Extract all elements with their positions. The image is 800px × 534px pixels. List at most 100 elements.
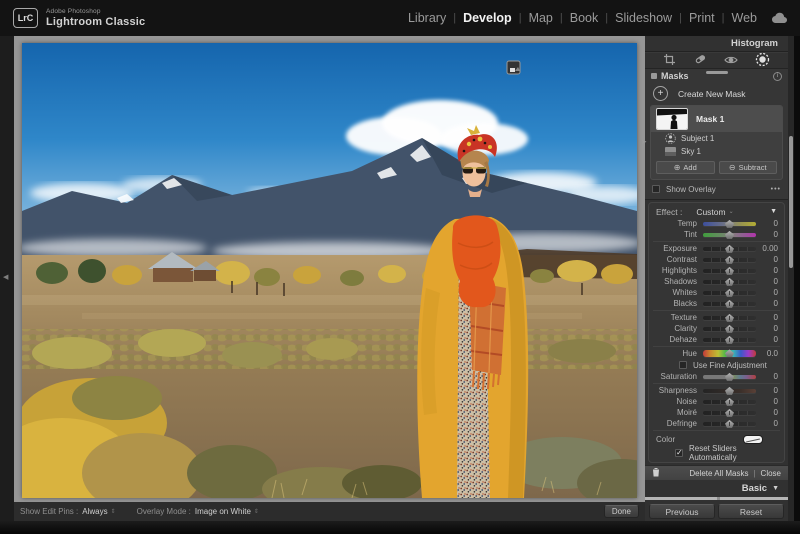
overlay-options-icon[interactable]: ••• xyxy=(771,186,781,193)
slider-track[interactable] xyxy=(703,280,756,284)
slider-knob[interactable] xyxy=(725,398,734,406)
slider-track[interactable] xyxy=(703,375,756,379)
slider-temp[interactable]: Temp0 xyxy=(649,218,784,229)
slider-knob[interactable] xyxy=(725,300,734,308)
color-swatch[interactable] xyxy=(743,435,763,444)
slider-shadows[interactable]: Shadows0 xyxy=(649,276,784,287)
plus-icon[interactable]: + xyxy=(653,86,668,101)
slider-knob[interactable] xyxy=(725,220,734,228)
slider-knob[interactable] xyxy=(725,373,734,381)
slider-saturation[interactable]: Saturation0 xyxy=(649,371,784,382)
slider-knob[interactable] xyxy=(725,387,734,395)
overlay-mode-value[interactable]: Image on White xyxy=(195,507,251,516)
slider-noise[interactable]: Noise0 xyxy=(649,396,784,407)
reset-button[interactable]: Reset xyxy=(718,504,784,519)
crop-overlay-icon[interactable] xyxy=(663,53,676,66)
slider-track[interactable] xyxy=(703,269,756,273)
module-print[interactable]: Print xyxy=(689,11,715,25)
slider-track[interactable] xyxy=(703,338,756,342)
close-masks-button[interactable]: Close xyxy=(761,469,781,478)
slider-track[interactable] xyxy=(703,422,756,426)
slider-track[interactable] xyxy=(703,400,756,404)
module-library[interactable]: Library xyxy=(408,11,446,25)
module-develop[interactable]: Develop xyxy=(463,11,512,25)
slider-knob[interactable] xyxy=(725,349,734,357)
slider-knob[interactable] xyxy=(725,278,734,286)
slider-track[interactable] xyxy=(703,411,756,415)
panel-end-divider[interactable] xyxy=(645,497,788,500)
red-eye-icon[interactable] xyxy=(724,54,738,66)
slider-defringe[interactable]: Defringe0 xyxy=(649,418,784,429)
slider-track[interactable] xyxy=(703,389,756,393)
effect-preset-select[interactable]: Custom xyxy=(696,207,725,217)
panel-collapse-icon[interactable]: ▼ xyxy=(770,208,777,215)
slider-track[interactable] xyxy=(703,233,756,237)
slider-track[interactable] xyxy=(703,258,756,262)
create-new-mask[interactable]: + Create New Mask xyxy=(645,83,788,104)
show-edit-pins-value[interactable]: Always xyxy=(82,507,107,516)
filmstrip-collapsed[interactable] xyxy=(0,521,800,534)
slider-blacks[interactable]: Blacks0 xyxy=(649,298,784,309)
left-panel-expand-icon[interactable]: ◀ xyxy=(3,273,8,281)
module-book[interactable]: Book xyxy=(570,11,599,25)
mask-component-sky-1[interactable]: Sky 1 xyxy=(651,145,782,158)
slider-knob[interactable] xyxy=(725,245,734,253)
slider-knob[interactable] xyxy=(725,231,734,239)
slider-track[interactable] xyxy=(703,222,756,226)
left-panel-collapsed[interactable]: ◀ xyxy=(0,36,14,521)
slider-track[interactable] xyxy=(703,316,756,320)
overlay-mode-control[interactable]: Overlay Mode : Image on White ⇕ xyxy=(137,507,262,516)
slider-knob[interactable] xyxy=(725,420,734,428)
mask-thumbnail[interactable] xyxy=(656,108,688,130)
expand-arrow-icon[interactable]: ▼ xyxy=(772,485,779,492)
slider-knob[interactable] xyxy=(725,314,734,322)
slider-knob[interactable] xyxy=(725,409,734,417)
reset-sliders-checkbox[interactable] xyxy=(675,449,683,457)
done-button[interactable]: Done xyxy=(604,505,639,518)
healing-brush-icon[interactable] xyxy=(693,53,707,66)
slider-track[interactable] xyxy=(703,302,756,306)
masks-header[interactable]: Masks i xyxy=(645,69,788,83)
mask-component-subject-1[interactable]: Subject 1 xyxy=(651,132,782,145)
photo-preview[interactable] xyxy=(22,43,637,498)
subtract-mask-button[interactable]: ⊖ Subtract xyxy=(719,161,778,174)
info-icon[interactable]: i xyxy=(773,72,782,81)
module-web[interactable]: Web xyxy=(732,11,757,25)
slider-track[interactable] xyxy=(703,350,756,357)
masking-icon[interactable] xyxy=(755,52,770,67)
slider-track[interactable] xyxy=(703,247,756,251)
slider-whites[interactable]: Whites0 xyxy=(649,287,784,298)
slider-contrast[interactable]: Contrast0 xyxy=(649,254,784,265)
cloud-sync-icon[interactable] xyxy=(771,12,788,24)
slider-track[interactable] xyxy=(703,291,756,295)
slider-knob[interactable] xyxy=(725,325,734,333)
slider-hue[interactable]: Hue0.0 xyxy=(649,348,784,359)
slider-highlights[interactable]: Highlights0 xyxy=(649,265,784,276)
slider-moir-[interactable]: Moiré0 xyxy=(649,407,784,418)
slider-knob[interactable] xyxy=(725,256,734,264)
module-slideshow[interactable]: Slideshow xyxy=(615,11,672,25)
show-edit-pins-control[interactable]: Show Edit Pins : Always ⇕ xyxy=(20,507,119,516)
add-mask-button[interactable]: ⊕ Add xyxy=(656,161,715,174)
slider-clarity[interactable]: Clarity0 xyxy=(649,323,784,334)
slider-dehaze[interactable]: Dehaze0 xyxy=(649,334,784,345)
basic-panel-header[interactable]: Basic ▼ xyxy=(645,480,788,496)
slider-knob[interactable] xyxy=(725,336,734,344)
slider-texture[interactable]: Texture0 xyxy=(649,312,784,323)
show-overlay-checkbox[interactable] xyxy=(652,185,660,193)
panel-drag-handle[interactable] xyxy=(706,71,728,74)
slider-sharpness[interactable]: Sharpness0 xyxy=(649,385,784,396)
module-map[interactable]: Map xyxy=(529,11,553,25)
mask-item[interactable]: Mask 1 xyxy=(651,106,782,132)
slider-track[interactable] xyxy=(703,327,756,331)
use-fine-adjustment-checkbox[interactable] xyxy=(679,361,687,369)
previous-button[interactable]: Previous xyxy=(649,504,715,519)
trash-icon[interactable] xyxy=(652,467,660,479)
histogram-header[interactable]: Histogram ◀ xyxy=(645,36,788,52)
slider-tint[interactable]: Tint0 xyxy=(649,229,784,240)
slider-exposure[interactable]: Exposure0.00 xyxy=(649,243,784,254)
slider-knob[interactable] xyxy=(725,289,734,297)
slider-knob[interactable] xyxy=(725,267,734,275)
delete-all-masks-button[interactable]: Delete All Masks xyxy=(689,469,748,478)
scrollbar-thumb[interactable] xyxy=(789,136,793,268)
